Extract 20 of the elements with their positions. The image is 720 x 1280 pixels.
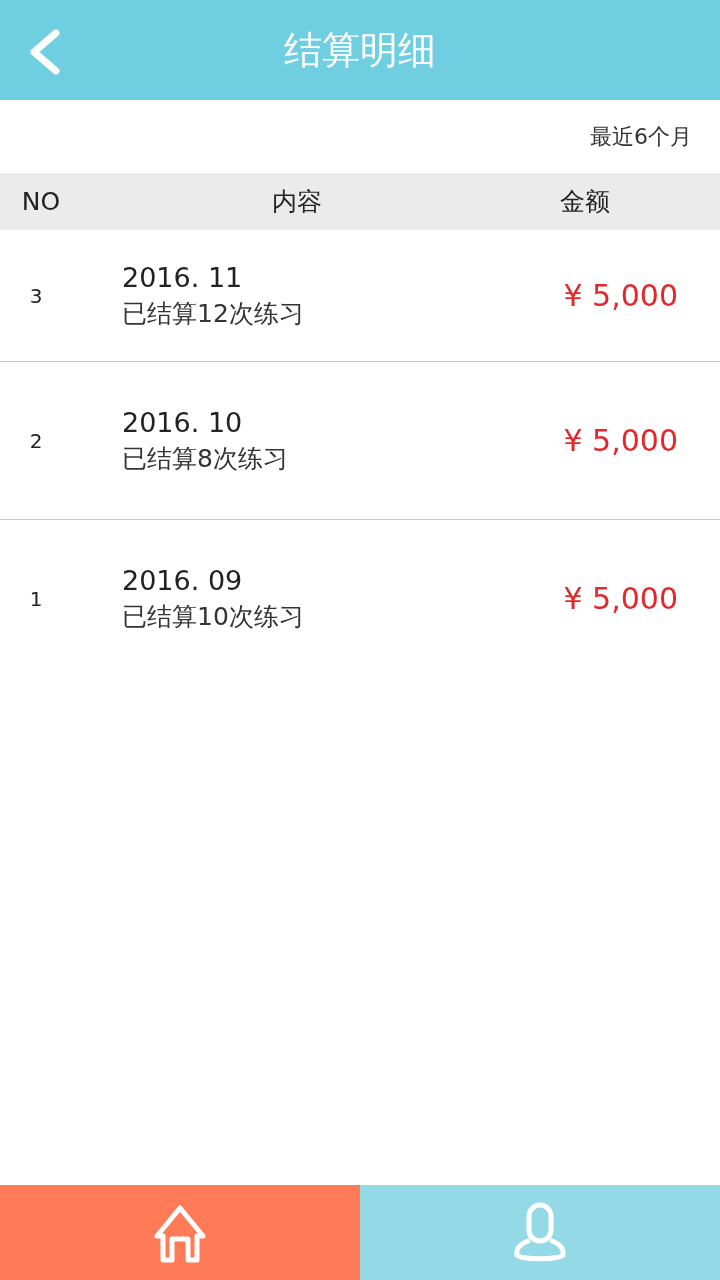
column-header: 内容	[271, 186, 323, 218]
row-number: 1	[28, 586, 44, 611]
settlement-description: 已结算10次练习	[122, 600, 305, 633]
column-header: NO	[20, 187, 62, 216]
page-title: 结算明细	[284, 26, 436, 74]
settlement-date: 2016. 10	[122, 406, 244, 438]
settlement-amount: ¥ 5,000	[563, 278, 679, 313]
home-tab[interactable]	[0, 1185, 360, 1280]
person-icon	[513, 1201, 567, 1264]
profile-tab[interactable]	[360, 1185, 720, 1280]
column-header: 金额	[560, 186, 611, 218]
settlement-amount: ¥ 5,000	[563, 423, 679, 458]
period-filter[interactable]: 最近6个月	[590, 121, 692, 152]
settlement-date: 2016. 09	[122, 564, 244, 596]
settlement-description: 已结算12次练习	[122, 297, 305, 330]
settlement-date: 2016. 11	[122, 261, 244, 293]
settlement-description: 已结算8次练习	[122, 442, 289, 475]
row-number: 2	[28, 428, 44, 453]
row-number: 3	[28, 283, 44, 308]
settlement-amount: ¥ 5,000	[563, 581, 679, 616]
